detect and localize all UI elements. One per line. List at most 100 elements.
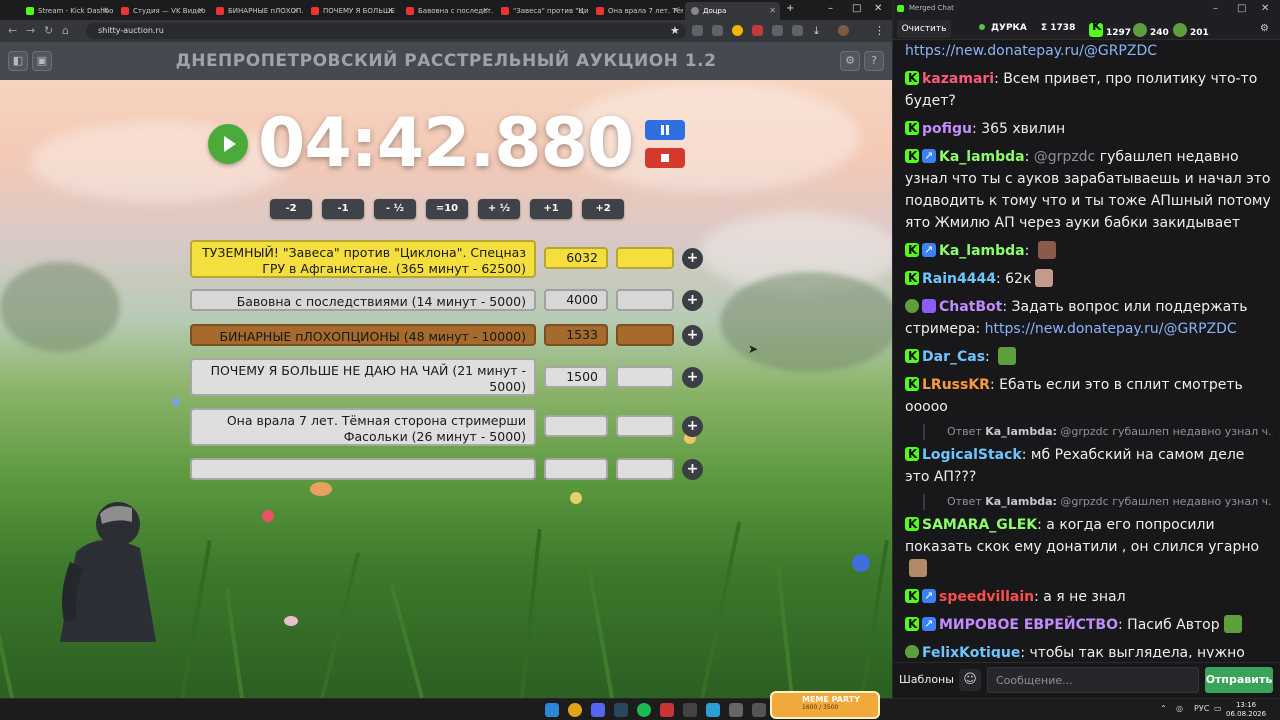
browser-tab[interactable]: "Завеса" против "Ци... ✕	[495, 2, 588, 20]
lot-add-amount-input[interactable]	[616, 324, 674, 346]
chat-username[interactable]: ChatBot	[939, 299, 1002, 315]
lot-amount[interactable]: 4000	[544, 289, 608, 311]
lot-name[interactable]: ПОЧЕМУ Я БОЛЬШЕ НЕ ДАЮ НА ЧАЙ (21 минут …	[190, 358, 536, 396]
menu-icon[interactable]: ⋮	[874, 24, 885, 37]
chat-username[interactable]: pofigu	[922, 121, 972, 137]
lot-amount[interactable]: 6032	[544, 247, 608, 269]
lot-amount-input[interactable]	[544, 458, 608, 480]
time-minus-half-button[interactable]: - ½	[374, 199, 416, 219]
app-icon[interactable]	[660, 703, 674, 717]
lot-add-button[interactable]: +	[682, 459, 703, 480]
system-clock[interactable]: 13:16 06.08.2026	[1226, 701, 1266, 719]
close-icon[interactable]: ✕	[292, 6, 299, 15]
chat-username[interactable]: Rain4444	[922, 271, 996, 287]
back-icon[interactable]: ←	[8, 24, 17, 37]
lot-add-button[interactable]: +	[682, 367, 703, 388]
lot-name[interactable]: ТУЗЕМНЫЙ! "Завеса" против "Циклона". Спе…	[190, 240, 536, 278]
settings-gear-icon[interactable]: ⚙	[840, 51, 860, 71]
lot-name-input[interactable]	[190, 458, 536, 480]
close-icon[interactable]: ✕	[482, 6, 489, 15]
close-icon[interactable]: ✕	[387, 6, 394, 15]
reply-preview[interactable]: Ответ Ka_lambda: @grpzdc губашлеп недавн…	[923, 424, 1273, 440]
emoji-icon[interactable]: ☺	[959, 669, 981, 691]
lot-add-button[interactable]: +	[682, 325, 703, 346]
browser-tab[interactable]: БИНАРНЫЕ пЛОХОП... ✕	[210, 2, 303, 20]
lot-name[interactable]: Она врала 7 лет. Тёмная сторона стримерш…	[190, 408, 536, 446]
close-window-icon[interactable]: ✕	[1261, 3, 1269, 14]
templates-button[interactable]: Шаблоны	[899, 669, 954, 691]
browser-tab[interactable]: Бавовна с последст... ✕	[400, 2, 493, 20]
message-input[interactable]	[987, 667, 1199, 693]
reload-icon[interactable]: ↻	[44, 24, 53, 37]
windows-start-icon[interactable]	[545, 703, 559, 717]
chat-username[interactable]: speedvillain	[939, 589, 1034, 605]
close-window-icon[interactable]: ✕	[874, 3, 882, 14]
obs-icon[interactable]	[683, 703, 697, 717]
browser-tab-active[interactable]: Доцра ✕	[685, 2, 780, 20]
network-icon[interactable]: ▭	[1214, 704, 1222, 713]
chat-mention[interactable]: @grpzdc	[1034, 149, 1095, 165]
timer-pause-button[interactable]	[645, 120, 685, 140]
chat-username[interactable]: Ka_lambda	[939, 149, 1025, 165]
send-button[interactable]: Отправить	[1205, 667, 1273, 693]
chat-link[interactable]: https://new.donatepay.ru/@GRPZDC	[985, 321, 1237, 337]
lot-add-amount-input[interactable]	[616, 247, 674, 269]
chat-username[interactable]: Dar_Cas	[922, 349, 985, 365]
download-icon[interactable]: ⤓	[814, 24, 819, 38]
language-indicator[interactable]: РУС	[1194, 704, 1209, 713]
telegram-icon[interactable]	[706, 703, 720, 717]
lot-add-amount-input[interactable]	[616, 366, 674, 388]
close-icon[interactable]: ✕	[672, 6, 679, 15]
maximize-icon[interactable]: □	[1237, 3, 1246, 14]
lot-amount[interactable]	[544, 415, 608, 437]
browser-tab[interactable]: Студия — VK Видео L...✕	[115, 2, 208, 20]
minimize-icon[interactable]: –	[1213, 3, 1218, 14]
lot-add-button[interactable]: +	[682, 416, 703, 437]
time-plus-half-button[interactable]: + ½	[478, 199, 520, 219]
lot-name[interactable]: Бавовна с последствиями (14 минут - 5000…	[190, 289, 536, 311]
time-minus-2-button[interactable]: -2	[270, 199, 312, 219]
help-icon[interactable]: ?	[864, 51, 884, 71]
chat-username[interactable]: FelixKotique	[922, 645, 1020, 658]
reply-preview[interactable]: Ответ Ka_lambda: @grpzdc губашлеп недавн…	[923, 494, 1273, 510]
lot-add-amount-input[interactable]	[616, 458, 674, 480]
steam-icon[interactable]	[614, 703, 628, 717]
chat-link[interactable]: https://new.donatepay.ru/@GRPZDC	[905, 43, 1157, 59]
maximize-icon[interactable]: □	[852, 3, 861, 14]
new-tab-button[interactable]: +	[786, 3, 794, 14]
forward-icon[interactable]: →	[26, 24, 35, 37]
extension-icon[interactable]	[752, 25, 763, 36]
lot-amount[interactable]: 1500	[544, 366, 608, 388]
minimize-icon[interactable]: –	[828, 3, 833, 14]
close-icon[interactable]: ✕	[577, 6, 584, 15]
timer-play-button[interactable]	[208, 124, 248, 164]
extension-icon[interactable]	[732, 25, 743, 36]
lot-add-button[interactable]: +	[682, 290, 703, 311]
lot-add-amount-input[interactable]	[616, 289, 674, 311]
bookmark-star-icon[interactable]: ★	[670, 24, 680, 37]
chat-username[interactable]: LogicalStack	[922, 447, 1022, 463]
clear-chat-button[interactable]: Очистить	[897, 20, 951, 38]
extension-icon[interactable]	[772, 25, 783, 36]
spotify-icon[interactable]	[637, 703, 651, 717]
app-icon[interactable]	[729, 703, 743, 717]
chat-username[interactable]: Ka_lambda	[939, 243, 1025, 259]
browser-tab[interactable]: Stream - Kick Dashbo... ✕	[20, 2, 113, 20]
time-set-10-button[interactable]: =10	[426, 199, 468, 219]
close-icon[interactable]: ✕	[102, 6, 109, 15]
chat-username[interactable]: МИРОВОЕ ЕВРЕЙСТВО	[939, 617, 1118, 633]
lot-name[interactable]: БИНАРНЫЕ пЛОХОПЦИОНЫ (48 минут - 10000)	[190, 324, 536, 346]
chat-username[interactable]: kazamari	[922, 71, 994, 87]
url-field[interactable]: shitty-auction.ru	[86, 23, 686, 39]
chat-username[interactable]: SAMARA_GLEK	[922, 517, 1037, 533]
extension-icon[interactable]	[712, 25, 723, 36]
lot-amount[interactable]: 1533	[544, 324, 608, 346]
extension-icon[interactable]	[692, 25, 703, 36]
meme-party-widget[interactable]: MEME PARTY 1600 / 3500	[770, 691, 880, 719]
app-icon[interactable]	[752, 703, 766, 717]
timer-stop-button[interactable]	[645, 148, 685, 168]
tray-chevron-icon[interactable]: ⌃	[1160, 704, 1167, 713]
lot-add-amount-input[interactable]	[616, 415, 674, 437]
chat-settings-gear-icon[interactable]: ⚙	[1260, 23, 1269, 34]
time-minus-1-button[interactable]: -1	[322, 199, 364, 219]
